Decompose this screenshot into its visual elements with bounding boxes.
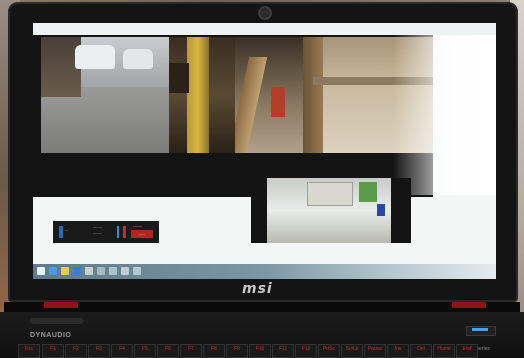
- key-f4[interactable]: F4: [111, 344, 133, 358]
- screen-glare: [393, 35, 496, 195]
- camera-feed-yard[interactable]: [41, 37, 169, 153]
- key-f9[interactable]: F9: [226, 344, 248, 358]
- start-icon[interactable]: [37, 267, 45, 275]
- media-player-icon[interactable]: [73, 267, 81, 275]
- camera-feed-excavator[interactable]: [169, 37, 235, 153]
- green-container: [359, 182, 377, 202]
- key-del[interactable]: Del: [410, 344, 432, 358]
- machine-post: [235, 57, 268, 153]
- hinge-accent-right: [452, 302, 486, 308]
- key-home[interactable]: Home: [433, 344, 455, 358]
- alarm-title: ———: [133, 224, 142, 228]
- app-icon[interactable]: [121, 267, 129, 275]
- key-esc[interactable]: Esc: [18, 344, 40, 358]
- key-f1[interactable]: F1: [42, 344, 64, 358]
- app-icon[interactable]: [109, 267, 117, 275]
- excavator-bucket: [169, 63, 189, 93]
- status-value: ———: [93, 231, 102, 235]
- alarm-button[interactable]: ——: [131, 230, 153, 238]
- excavator-arm: [187, 37, 209, 153]
- key-f6[interactable]: F6: [157, 344, 179, 358]
- alarm-indicator: [123, 226, 126, 238]
- brand-logo: msi: [242, 281, 273, 297]
- key-prtsc[interactable]: PrtSc: [318, 344, 340, 358]
- key-f11[interactable]: F11: [272, 344, 294, 358]
- status-label: —: [65, 228, 68, 232]
- power-led: [472, 328, 488, 331]
- blue-barrel: [377, 204, 385, 216]
- status-panel: — ——— ——— ——— ——: [53, 221, 159, 243]
- key-scrlk[interactable]: ScrLk: [341, 344, 363, 358]
- file-explorer-icon[interactable]: [61, 267, 69, 275]
- key-f3[interactable]: F3: [88, 344, 110, 358]
- key-end[interactable]: End: [456, 344, 478, 358]
- key-ins[interactable]: Ins: [387, 344, 409, 358]
- speaker-brand: DYNAUDIO: [30, 332, 72, 339]
- camera-feed-machinery[interactable]: [235, 37, 303, 153]
- speaker-grille: [30, 318, 84, 324]
- platform-plank: [303, 37, 323, 153]
- machine-gear: [271, 87, 285, 117]
- key-f5[interactable]: F5: [134, 344, 156, 358]
- parked-car: [123, 49, 153, 69]
- status-value: ———: [93, 225, 102, 229]
- photo-scene: — ——— ——— ——— —— msi DYNAUDIO steelserie…: [0, 0, 524, 358]
- key-f8[interactable]: F8: [203, 344, 225, 358]
- hinge-accent-left: [44, 302, 78, 308]
- app-icon[interactable]: [133, 267, 141, 275]
- loading-area-view: [267, 178, 391, 243]
- key-f7[interactable]: F7: [180, 344, 202, 358]
- loading-vehicle: [307, 182, 353, 206]
- app-icon[interactable]: [85, 267, 93, 275]
- key-f10[interactable]: F10: [249, 344, 271, 358]
- function-key-row: Esc F1 F2 F3 F4 F5 F6 F7 F8 F9 F10 F11 F…: [18, 344, 488, 358]
- taskbar: [33, 264, 496, 279]
- status-indicator: [59, 226, 63, 238]
- app-icon[interactable]: [97, 267, 105, 275]
- key-f12[interactable]: F12: [295, 344, 317, 358]
- key-f2[interactable]: F2: [65, 344, 87, 358]
- window-top-bar: [33, 23, 496, 35]
- key-pause[interactable]: Pause: [364, 344, 386, 358]
- status-divider: [117, 226, 119, 238]
- internet-explorer-icon[interactable]: [49, 267, 57, 275]
- camera-feed-loading-area[interactable]: [251, 178, 411, 243]
- webcam-icon: [258, 6, 272, 20]
- laptop-screen: — ——— ——— ——— ——: [33, 23, 496, 279]
- parked-car: [75, 45, 115, 69]
